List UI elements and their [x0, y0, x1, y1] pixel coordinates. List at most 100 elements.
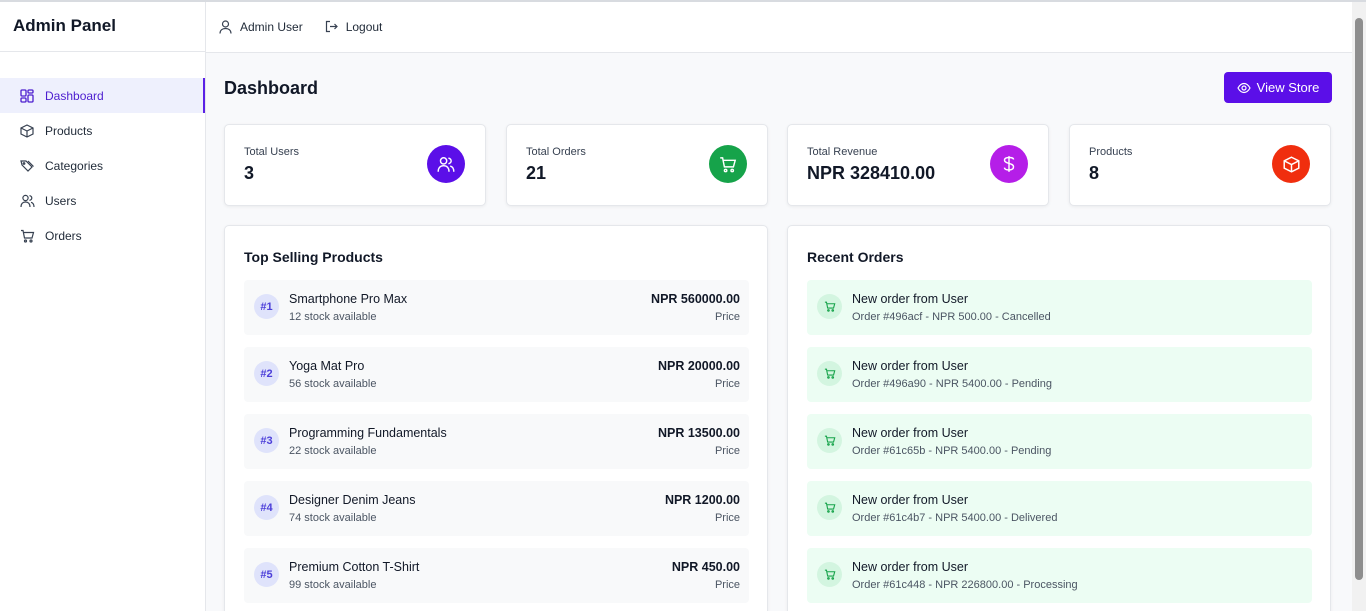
tag-icon	[19, 158, 35, 174]
product-row[interactable]: #1 Smartphone Pro Max 12 stock available…	[244, 280, 749, 335]
order-row[interactable]: New order from User Order #61c448 - NPR …	[807, 548, 1312, 603]
product-stock: 99 stock available	[289, 579, 377, 591]
rank-badge: #5	[254, 562, 279, 587]
admin-user-menu[interactable]: Admin User	[219, 20, 303, 34]
panel-title: Recent Orders	[807, 249, 904, 265]
order-row[interactable]: New order from User Order #496acf - NPR …	[807, 280, 1312, 335]
order-row[interactable]: New order from User Order #61c4b7 - NPR …	[807, 481, 1312, 536]
price-label: Price	[714, 512, 740, 524]
top-bar: Admin User Logout	[206, 2, 1352, 53]
users-icon	[427, 145, 465, 183]
price-label: Price	[714, 311, 740, 323]
order-detail: Order #496acf - NPR 500.00 - Cancelled	[852, 311, 1051, 323]
product-price: NPR 20000.00	[657, 359, 740, 373]
top-selling-products-panel: Top Selling Products #1 Smartphone Pro M…	[224, 225, 768, 611]
product-name: Programming Fundamentals	[289, 426, 447, 440]
cart-icon	[817, 428, 842, 453]
order-row[interactable]: New order from User Order #61c65b - NPR …	[807, 414, 1312, 469]
stat-card-total-orders: Total Orders 21	[506, 124, 768, 206]
sidebar-item-label: Categories	[45, 158, 104, 173]
eye-icon	[1236, 81, 1251, 95]
order-title: New order from User	[852, 359, 968, 373]
cart-icon	[817, 361, 842, 386]
stat-label: Products	[1089, 146, 1133, 158]
grid-icon	[19, 88, 35, 104]
product-name: Designer Denim Jeans	[289, 493, 416, 507]
users-icon	[19, 193, 35, 209]
order-title: New order from User	[852, 292, 968, 306]
product-name: Premium Cotton T-Shirt	[289, 560, 420, 574]
stat-card-total-users: Total Users 3	[224, 124, 486, 206]
stat-card-total-revenue: Total Revenue NPR 328410.00	[787, 124, 1049, 206]
rank-badge: #4	[254, 495, 279, 520]
rank-badge: #1	[254, 294, 279, 319]
user-icon	[219, 20, 233, 34]
box-icon	[19, 123, 35, 139]
product-name: Smartphone Pro Max	[289, 292, 408, 306]
product-row[interactable]: #2 Yoga Mat Pro 56 stock available NPR 2…	[244, 347, 749, 402]
cart-icon	[817, 294, 842, 319]
sidebar-nav: Dashboard Products Categories Users Orde…	[0, 78, 205, 253]
sidebar-item-categories[interactable]: Categories	[0, 148, 205, 183]
product-stock: 12 stock available	[289, 311, 377, 323]
rank-badge: #2	[254, 361, 279, 386]
sidebar: Admin Panel Dashboard Products Categorie…	[0, 2, 206, 611]
dollar-icon	[990, 145, 1028, 183]
stat-label: Total Users	[244, 146, 300, 158]
order-title: New order from User	[852, 426, 968, 440]
product-price: NPR 450.00	[671, 560, 740, 574]
order-detail: Order #61c4b7 - NPR 5400.00 - Delivered	[852, 512, 1058, 524]
product-row[interactable]: #5 Premium Cotton T-Shirt 99 stock avail…	[244, 548, 749, 603]
admin-user-label: Admin User	[240, 20, 303, 34]
vertical-scrollbar[interactable]	[1352, 2, 1366, 611]
order-title: New order from User	[852, 493, 968, 507]
product-row[interactable]: #3 Programming Fundamentals 22 stock ava…	[244, 414, 749, 469]
recent-orders-panel: Recent Orders New order from User Order …	[787, 225, 1331, 611]
stat-label: Total Revenue	[807, 146, 878, 158]
sidebar-item-orders[interactable]: Orders	[0, 218, 205, 253]
logout-button[interactable]: Logout	[325, 20, 383, 34]
cart-icon	[709, 145, 747, 183]
page-title: Dashboard	[224, 78, 319, 98]
stat-value: NPR 328410.00	[807, 163, 936, 183]
sidebar-item-users[interactable]: Users	[0, 183, 205, 218]
sidebar-item-dashboard[interactable]: Dashboard	[0, 78, 205, 113]
view-store-button[interactable]: View Store	[1224, 72, 1332, 103]
sidebar-item-label: Products	[45, 123, 93, 138]
brand-title: Admin Panel	[0, 2, 205, 52]
product-price: NPR 13500.00	[657, 426, 740, 440]
product-price: NPR 560000.00	[651, 292, 740, 306]
rank-badge: #3	[254, 428, 279, 453]
sidebar-item-label: Orders	[45, 228, 82, 243]
stat-card-products: Products 8	[1069, 124, 1331, 206]
order-detail: Order #61c448 - NPR 226800.00 - Processi…	[852, 579, 1078, 591]
product-price: NPR 1200.00	[664, 493, 740, 507]
scrollbar-thumb[interactable]	[1355, 18, 1363, 580]
view-store-label: View Store	[1256, 80, 1320, 95]
sidebar-item-label: Users	[45, 193, 77, 208]
product-name: Yoga Mat Pro	[289, 359, 365, 373]
box-icon	[1272, 145, 1310, 183]
order-detail: Order #61c65b - NPR 5400.00 - Pending	[852, 445, 1052, 457]
stat-value: 8	[1089, 163, 1100, 183]
cart-icon	[19, 228, 35, 244]
sidebar-item-products[interactable]: Products	[0, 113, 205, 148]
stat-value: 21	[526, 163, 547, 183]
main-content: Dashboard View Store Total Users 3 Total…	[206, 53, 1352, 611]
price-label: Price	[714, 445, 740, 457]
product-row[interactable]: #4 Designer Denim Jeans 74 stock availab…	[244, 481, 749, 536]
order-detail: Order #496a90 - NPR 5400.00 - Pending	[852, 378, 1052, 390]
order-title: New order from User	[852, 560, 968, 574]
panel-title: Top Selling Products	[244, 249, 383, 265]
product-stock: 56 stock available	[289, 378, 377, 390]
logout-icon	[325, 20, 339, 34]
cart-icon	[817, 495, 842, 520]
sidebar-item-label: Dashboard	[45, 88, 104, 103]
price-label: Price	[714, 579, 740, 591]
logout-label: Logout	[345, 20, 383, 34]
product-stock: 74 stock available	[289, 512, 377, 524]
order-row[interactable]: New order from User Order #496a90 - NPR …	[807, 347, 1312, 402]
stat-label: Total Orders	[526, 146, 586, 158]
product-stock: 22 stock available	[289, 445, 377, 457]
price-label: Price	[714, 378, 740, 390]
